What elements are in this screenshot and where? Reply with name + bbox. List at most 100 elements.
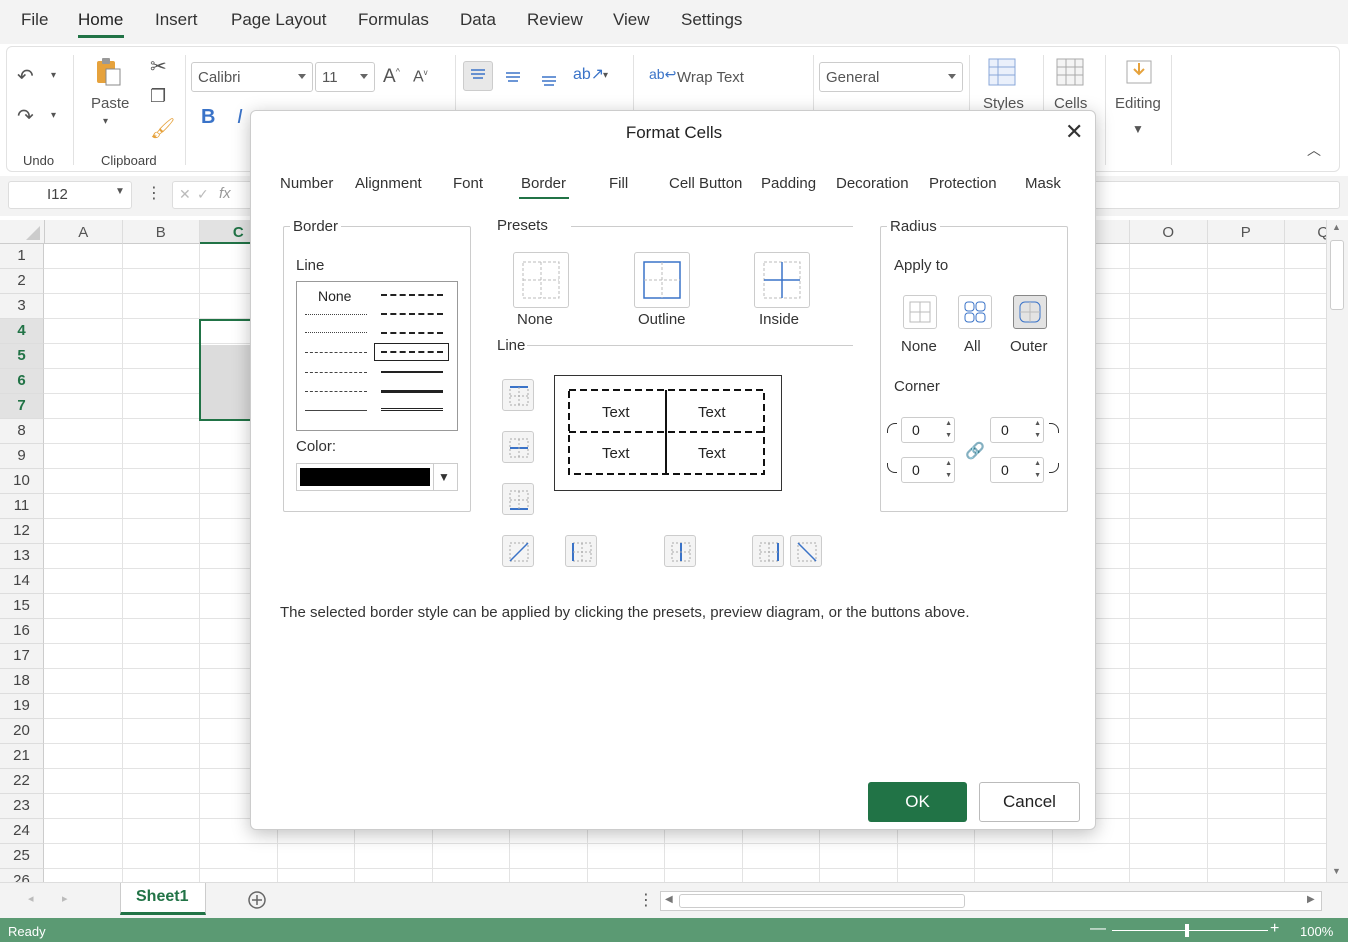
select-all-corner[interactable] [0, 220, 45, 244]
prev-sheet-icon[interactable]: ◂ [28, 892, 34, 905]
preset-outline-button[interactable] [634, 252, 690, 308]
row-header[interactable]: 19 [0, 694, 44, 719]
italic-icon[interactable]: I [237, 107, 243, 127]
menu-formulas[interactable]: Formulas [358, 10, 429, 30]
add-sheet-icon[interactable] [247, 890, 267, 910]
font-size-select[interactable]: 11 [315, 62, 375, 92]
row-header[interactable]: 24 [0, 819, 44, 844]
border-preview[interactable]: Text Text Text Text [554, 375, 782, 491]
vertical-scroll-thumb[interactable] [1330, 240, 1344, 310]
row-header[interactable]: 12 [0, 519, 44, 544]
row-header[interactable]: 21 [0, 744, 44, 769]
horizontal-scrollbar[interactable]: ◀ ▶ [660, 891, 1322, 911]
editing-button[interactable]: Editing [1115, 95, 1161, 112]
menu-review[interactable]: Review [527, 10, 583, 30]
border-left-button[interactable] [565, 535, 597, 567]
column-header[interactable]: O [1130, 220, 1208, 244]
zoom-slider[interactable] [1112, 930, 1268, 931]
tab-cell-button[interactable]: Cell Button [669, 175, 742, 192]
line-style-medium-dash-dot-dot[interactable] [381, 294, 443, 296]
tab-number[interactable]: Number [280, 175, 333, 192]
decrease-font-icon[interactable]: Av [413, 69, 428, 85]
vertical-scrollbar[interactable]: ▲ ▼ [1326, 220, 1348, 882]
tab-mask[interactable]: Mask [1025, 175, 1061, 192]
cut-icon[interactable]: ✂ [150, 57, 167, 77]
line-style-dash-dot-dot[interactable] [305, 352, 367, 353]
spin-down-icon[interactable]: ▼ [945, 472, 952, 479]
row-header[interactable]: 4 [0, 319, 44, 344]
border-diagonal-down-button[interactable] [790, 535, 822, 567]
line-style-none[interactable]: None [318, 288, 351, 304]
zoom-level[interactable]: 100% [1300, 924, 1333, 939]
row-header[interactable]: 8 [0, 419, 44, 444]
row-header[interactable]: 17 [0, 644, 44, 669]
wrap-text-button[interactable]: Wrap Text [677, 69, 744, 86]
redo-icon[interactable]: ↷ [17, 107, 34, 127]
spin-down-icon[interactable]: ▼ [1034, 472, 1041, 479]
tab-fill[interactable]: Fill [609, 175, 628, 192]
scroll-left-icon[interactable]: ◀ [665, 894, 673, 905]
more-options-icon[interactable]: ⋮ [146, 186, 162, 202]
line-style-double[interactable] [381, 408, 443, 411]
border-color-picker[interactable]: ▼ [296, 463, 458, 491]
name-box[interactable]: I12 ▼ [8, 181, 132, 209]
row-header[interactable]: 6 [0, 369, 44, 394]
row-header[interactable]: 15 [0, 594, 44, 619]
cancel-icon[interactable]: ✕ [179, 186, 191, 203]
row-header[interactable]: 3 [0, 294, 44, 319]
row-header[interactable]: 14 [0, 569, 44, 594]
column-header[interactable]: B [122, 220, 200, 244]
wrap-text-icon[interactable]: ab↩ [649, 67, 676, 81]
spin-down-icon[interactable]: ▼ [1034, 432, 1041, 439]
corner-bottom-left-input[interactable]: 0 ▲ ▼ [901, 457, 955, 483]
ok-button[interactable]: OK [868, 782, 967, 822]
spin-down-icon[interactable]: ▼ [945, 432, 952, 439]
orientation-icon[interactable]: ab↗ [573, 67, 604, 83]
tab-font[interactable]: Font [453, 175, 483, 192]
corner-top-left-input[interactable]: 0 ▲ ▼ [901, 417, 955, 443]
preset-inside-button[interactable] [754, 252, 810, 308]
scroll-up-icon[interactable]: ▲ [1332, 222, 1341, 232]
row-header[interactable]: 22 [0, 769, 44, 794]
border-diagonal-up-button[interactable] [502, 535, 534, 567]
row-header[interactable]: 9 [0, 444, 44, 469]
scroll-right-icon[interactable]: ▶ [1307, 894, 1315, 905]
line-style-hair[interactable] [305, 314, 367, 315]
align-middle-icon[interactable] [499, 63, 527, 91]
menu-page-layout[interactable]: Page Layout [231, 10, 326, 30]
line-style-thick[interactable] [381, 390, 443, 393]
apply-outer-button[interactable] [1013, 295, 1047, 329]
menu-settings[interactable]: Settings [681, 10, 742, 30]
increase-font-icon[interactable]: A^ [383, 67, 400, 86]
format-painter-icon[interactable]: 🖌 [150, 119, 175, 139]
line-style-medium-dash-dot[interactable] [381, 332, 443, 334]
line-style-medium[interactable] [381, 371, 443, 373]
spin-up-icon[interactable]: ▲ [1034, 420, 1041, 427]
sheet-tab-sheet1[interactable]: Sheet1 [120, 883, 206, 915]
zoom-out-icon[interactable]: — [1090, 920, 1106, 938]
cancel-button[interactable]: Cancel [979, 782, 1080, 822]
row-header[interactable]: 7 [0, 394, 44, 419]
spin-up-icon[interactable]: ▲ [945, 420, 952, 427]
apply-all-button[interactable] [958, 295, 992, 329]
color-dropdown-icon[interactable]: ▼ [438, 470, 450, 484]
undo-dropdown-icon[interactable]: ▾ [51, 71, 56, 81]
undo-icon[interactable]: ↶ [17, 67, 34, 87]
link-corners-icon[interactable]: 🔗 [965, 441, 985, 461]
copy-icon[interactable]: ❐ [150, 87, 166, 105]
row-header[interactable]: 11 [0, 494, 44, 519]
spin-up-icon[interactable]: ▲ [945, 460, 952, 467]
zoom-in-icon[interactable]: + [1270, 920, 1279, 938]
row-header[interactable]: 25 [0, 844, 44, 869]
border-bottom-button[interactable] [502, 483, 534, 515]
scroll-down-icon[interactable]: ▼ [1332, 866, 1341, 876]
column-header[interactable]: Q [1285, 220, 1326, 244]
horizontal-scroll-thumb[interactable] [679, 894, 965, 908]
preset-none-button[interactable] [513, 252, 569, 308]
row-header[interactable]: 13 [0, 544, 44, 569]
next-sheet-icon[interactable]: ▸ [62, 892, 68, 905]
menu-data[interactable]: Data [460, 10, 496, 30]
apply-none-button[interactable] [903, 295, 937, 329]
border-right-button[interactable] [752, 535, 784, 567]
row-header[interactable]: 5 [0, 344, 44, 369]
